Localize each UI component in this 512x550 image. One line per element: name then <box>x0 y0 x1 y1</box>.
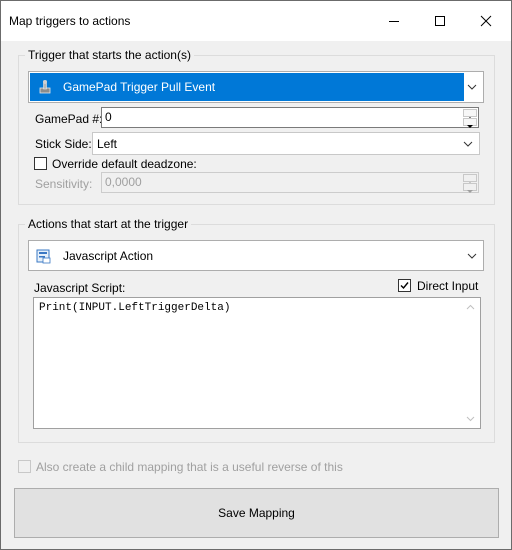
map-triggers-window: Map triggers to actions Trigger that sta… <box>0 0 512 550</box>
spin-up-button[interactable] <box>463 109 477 120</box>
gamepad-number-value: 0 <box>105 110 112 124</box>
gamepad-number-field[interactable]: 0 <box>101 107 479 128</box>
gamepad-number-label: GamePad #: <box>35 112 103 126</box>
reverse-mapping-checkbox[interactable] <box>18 460 31 473</box>
trigger-group-label: Trigger that starts the action(s) <box>25 48 194 62</box>
override-deadzone-label: Override default deadzone: <box>52 157 197 171</box>
trigger-select[interactable]: GamePad Trigger Pull Event <box>28 71 484 103</box>
spin-down-button[interactable] <box>463 118 477 128</box>
spin-down-button[interactable] <box>463 183 477 193</box>
sensitivity-label: Sensitivity: <box>35 177 93 191</box>
javascript-script-text: Print(INPUT.LeftTriggerDelta) <box>39 302 231 314</box>
actions-group-label: Actions that start at the trigger <box>25 217 192 231</box>
checkmark-icon <box>400 282 409 290</box>
spin-up-button[interactable] <box>463 174 477 185</box>
chevron-down-icon <box>467 253 477 259</box>
stick-side-value: Left <box>97 137 118 151</box>
save-mapping-button[interactable]: Save Mapping <box>14 488 499 538</box>
scroll-down-icon[interactable] <box>466 416 475 422</box>
reverse-mapping-label: Also create a child mapping that is a us… <box>36 460 343 474</box>
stick-side-label: Stick Side: <box>35 137 92 151</box>
action-select[interactable]: Javascript Action <box>28 240 484 271</box>
script-vertical-scrollbar[interactable] <box>462 299 479 427</box>
minimize-button[interactable] <box>371 1 417 41</box>
window-title: Map triggers to actions <box>9 14 131 28</box>
minimize-icon <box>389 21 399 22</box>
sensitivity-field[interactable]: 0,0000 <box>101 172 479 193</box>
chevron-down-icon <box>467 84 477 90</box>
direct-input-label: Direct Input <box>417 279 479 293</box>
javascript-script-editor[interactable]: Print(INPUT.LeftTriggerDelta) <box>33 297 481 429</box>
sensitivity-value: 0,0000 <box>105 175 142 189</box>
maximize-icon <box>435 16 445 26</box>
direct-input-checkbox[interactable] <box>398 279 411 292</box>
gamepad-number-spinner[interactable] <box>463 109 477 128</box>
javascript-script-label: Javascript Script: <box>34 281 126 295</box>
sensitivity-spinner[interactable] <box>463 174 477 193</box>
chevron-down-icon <box>463 141 473 147</box>
override-deadzone-checkbox[interactable] <box>34 157 47 170</box>
close-button[interactable] <box>463 1 509 41</box>
title-bar[interactable]: Map triggers to actions <box>1 1 511 41</box>
gamepad-icon <box>39 80 51 94</box>
stick-side-select[interactable]: Left <box>92 132 480 155</box>
action-select-value: Javascript Action <box>63 249 154 263</box>
scroll-up-icon[interactable] <box>466 304 475 310</box>
javascript-icon <box>36 249 51 264</box>
close-icon <box>480 15 492 27</box>
spin-down-icon <box>467 125 473 128</box>
trigger-select-value: GamePad Trigger Pull Event <box>63 80 216 94</box>
spin-down-icon <box>467 190 473 193</box>
maximize-button[interactable] <box>417 1 463 41</box>
